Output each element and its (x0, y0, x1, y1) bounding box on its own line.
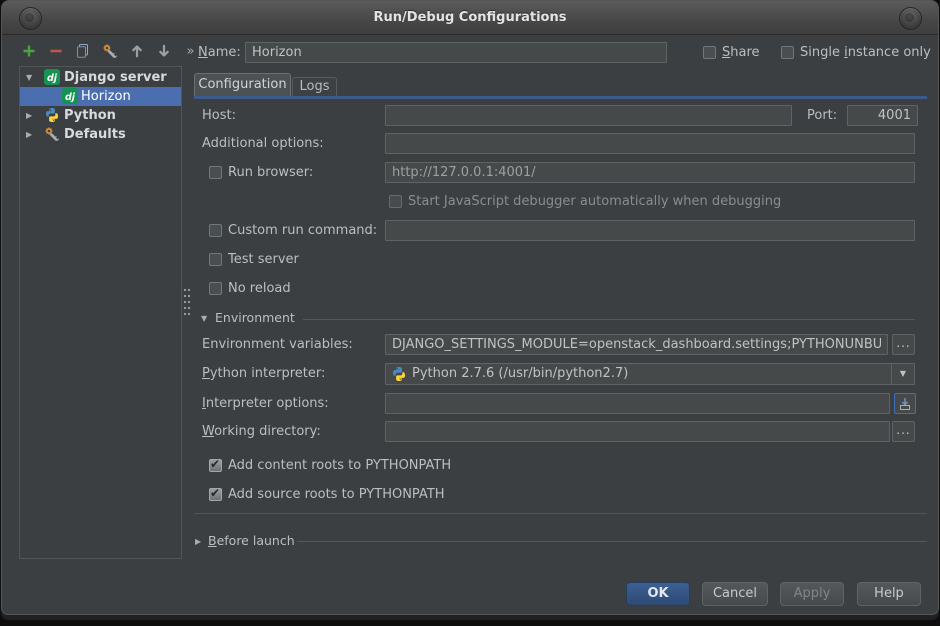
env-variables-browse-button[interactable]: ... (892, 334, 915, 355)
apply-button[interactable]: Apply (780, 582, 844, 606)
remove-icon[interactable] (47, 43, 64, 60)
add-content-roots-label: Add content roots to PYTHONPATH (228, 458, 451, 473)
python-icon (44, 107, 60, 123)
interpreter-options-label: Interpreter options: (202, 393, 329, 414)
custom-run-command-input[interactable] (385, 220, 915, 241)
tree-item-django-server[interactable]: ▼ dj Django server (20, 68, 181, 87)
move-up-icon[interactable] (128, 43, 145, 60)
window-control-right-icon[interactable] (899, 7, 922, 30)
name-label: Name: (198, 42, 241, 63)
svg-text:dj: dj (65, 92, 76, 103)
move-down-icon[interactable] (155, 43, 172, 60)
env-variables-label: Environment variables: (202, 334, 353, 355)
python-interpreter-select[interactable]: Python 2.7.6 (/usr/bin/python2.7) ▼ (385, 363, 915, 385)
host-label: Host: (202, 105, 236, 126)
splitter-grip[interactable] (183, 287, 191, 317)
name-input[interactable] (245, 42, 667, 63)
python-interpreter-label: Python interpreter: (202, 363, 325, 385)
additional-options-label: Additional options: (202, 133, 324, 154)
title-bar[interactable]: Run/Debug Configurations (2, 1, 938, 35)
add-icon[interactable] (20, 43, 37, 60)
custom-run-command-label: Custom run command: (228, 220, 377, 241)
no-reload-label: No reload (228, 281, 291, 296)
start-js-debugger-checkbox[interactable] (389, 195, 402, 208)
edit-defaults-icon[interactable] (101, 43, 118, 60)
run-browser-checkbox[interactable] (209, 166, 222, 179)
configurations-tree: ▼ dj Django server dj Horizon ▶ Python ▶ (19, 66, 182, 559)
tree-item-label: Horizon (81, 87, 131, 106)
share-label: Share (722, 45, 760, 60)
tree-item-horizon[interactable]: dj Horizon (20, 87, 181, 106)
dialog-title: Run/Debug Configurations (2, 1, 938, 34)
working-directory-input[interactable] (385, 421, 890, 442)
test-server-checkbox[interactable] (209, 253, 222, 266)
dropdown-arrow-icon[interactable]: ▼ (891, 364, 914, 384)
custom-run-command-checkbox[interactable] (209, 224, 222, 237)
tree-item-label: Django server (64, 68, 167, 87)
window-control-left-icon[interactable] (19, 7, 42, 30)
port-label: Port: (807, 105, 837, 126)
before-launch-chevron-icon[interactable]: ▶ (195, 537, 201, 546)
tab-configuration[interactable]: Configuration (194, 73, 291, 96)
share-checkbox[interactable] (703, 46, 716, 59)
run-debug-configurations-dialog: Run/Debug Configurations (1, 0, 939, 615)
before-launch-rule (297, 541, 927, 542)
no-reload-checkbox[interactable] (209, 282, 222, 295)
python-interpreter-value: Python 2.7.6 (/usr/bin/python2.7) (412, 364, 628, 384)
tab-logs[interactable]: Logs (292, 77, 337, 96)
additional-options-input[interactable] (385, 133, 915, 154)
environment-section-label[interactable]: Environment (215, 310, 295, 325)
environment-section-rule (303, 319, 915, 320)
configurations-toolbar: » (20, 42, 199, 60)
run-browser-url-input[interactable] (385, 162, 915, 183)
chevron-collapsed-icon[interactable]: ▶ (26, 106, 32, 125)
interpreter-options-input[interactable] (385, 393, 890, 414)
environment-section-chevron-icon[interactable]: ▼ (201, 314, 207, 323)
add-content-roots-checkbox[interactable] (209, 459, 222, 472)
host-input[interactable] (385, 105, 792, 126)
more-actions-icon[interactable]: » (182, 43, 199, 60)
start-js-debugger-label: Start JavaScript debugger automatically … (408, 194, 781, 209)
working-directory-browse-button[interactable]: ... (892, 421, 915, 442)
cancel-button[interactable]: Cancel (702, 582, 768, 606)
expand-field-button[interactable] (894, 393, 916, 414)
env-variables-input[interactable] (385, 334, 888, 355)
svg-text:dj: dj (47, 73, 58, 84)
add-source-roots-label: Add source roots to PYTHONPATH (228, 487, 445, 502)
tree-item-python[interactable]: ▶ Python (20, 106, 181, 125)
before-launch-label[interactable]: Before launch (208, 533, 295, 548)
port-input[interactable] (847, 105, 918, 126)
add-source-roots-checkbox[interactable] (209, 488, 222, 501)
tree-item-label: Defaults (64, 125, 126, 144)
help-button[interactable]: Help (857, 582, 921, 606)
single-instance-label: Single instance only (800, 45, 931, 60)
copy-icon[interactable] (74, 43, 91, 60)
run-browser-label: Run browser: (228, 162, 313, 183)
django-icon: dj (62, 88, 78, 104)
single-instance-checkbox[interactable] (781, 46, 794, 59)
tree-item-label: Python (64, 106, 116, 125)
chevron-expanded-icon[interactable]: ▼ (26, 68, 32, 87)
expand-field-icon (897, 396, 913, 412)
test-server-label: Test server (228, 252, 299, 267)
defaults-wrench-icon (44, 126, 60, 142)
chevron-collapsed-icon[interactable]: ▶ (26, 125, 32, 144)
tree-item-defaults[interactable]: ▶ Defaults (20, 125, 181, 144)
ok-button[interactable]: OK (626, 582, 690, 606)
python-icon (391, 366, 407, 382)
working-directory-label: Working directory: (202, 421, 321, 442)
django-icon: dj (44, 69, 60, 85)
